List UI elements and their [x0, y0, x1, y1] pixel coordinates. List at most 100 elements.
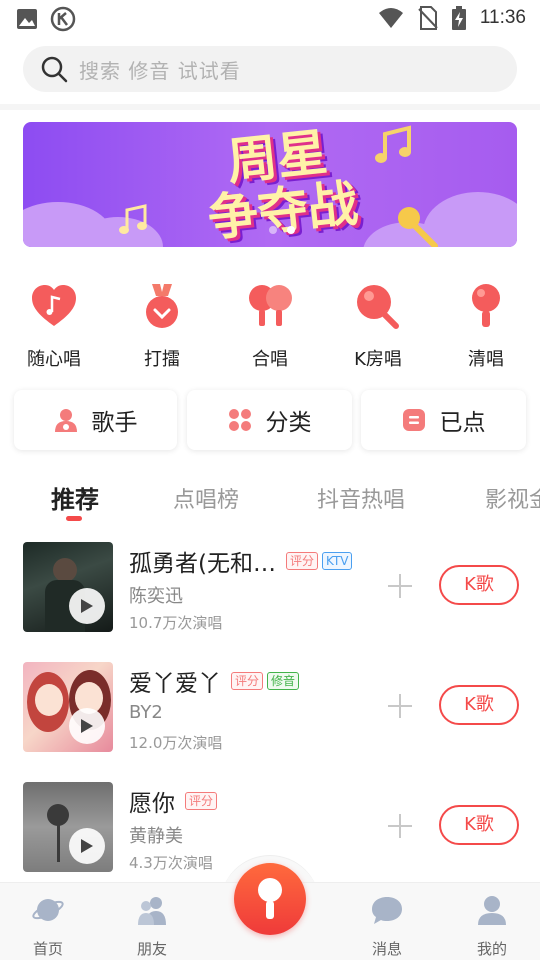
nav-profile[interactable]: 我的	[462, 895, 522, 959]
song-tags: 评分 修音	[231, 672, 300, 690]
song-cover[interactable]	[23, 782, 113, 872]
shortcut-cards: 歌手 分类 已点	[0, 390, 540, 452]
song-title: 愿你	[129, 791, 175, 817]
friends-icon	[138, 897, 166, 925]
play-button[interactable]	[69, 588, 105, 624]
status-bar: 11:36	[0, 0, 540, 36]
nav-home[interactable]: 首页	[18, 895, 78, 959]
song-item[interactable]: 爱丫爱丫 评分 修音 BY2 12.0万次演唱 K歌	[0, 662, 540, 762]
nav-messages[interactable]: 消息	[357, 895, 417, 959]
tab-recommend[interactable]: 推荐	[51, 480, 99, 515]
k-circle-icon	[50, 6, 76, 32]
song-item[interactable]: 孤勇者(无和… 评分 KTV 陈奕迅 10.7万次演唱 K歌	[0, 542, 540, 642]
category-icon	[228, 409, 251, 431]
add-icon[interactable]	[388, 694, 412, 718]
singer-card[interactable]: 歌手	[14, 390, 177, 450]
microphone-decoration-icon	[398, 207, 438, 247]
pagination-dot	[269, 226, 277, 234]
cover-figure	[53, 558, 77, 582]
play-icon	[81, 599, 93, 613]
song-title: 孤勇者(无和…	[129, 551, 276, 577]
selected-list-icon	[402, 409, 425, 431]
song-plays: 10.7万次演唱	[129, 614, 223, 632]
tag-rating: 评分	[231, 672, 264, 690]
medal-icon	[146, 284, 178, 328]
selected-songs-card[interactable]: 已点	[361, 390, 526, 450]
search-bar[interactable]: 搜索 修音 试试看	[23, 46, 517, 92]
play-button[interactable]	[69, 708, 105, 744]
profile-icon	[478, 896, 506, 925]
card-label: 歌手	[91, 410, 138, 436]
search-placeholder: 搜索 修音 试试看	[79, 58, 241, 83]
status-right: 11:36	[378, 6, 526, 30]
nav-label: 首页	[32, 940, 63, 958]
song-cover[interactable]	[23, 662, 113, 752]
quick-item-label: 清唱	[468, 349, 504, 370]
music-note-icon	[375, 125, 411, 163]
nav-label: 消息	[371, 940, 402, 958]
song-artist: BY2	[129, 702, 163, 723]
category-card[interactable]: 分类	[187, 390, 352, 450]
quick-item-label: 打擂	[144, 349, 180, 370]
card-label: 已点	[439, 410, 486, 436]
status-left	[16, 6, 76, 32]
k-room-mic-icon	[357, 285, 399, 329]
quick-item-label: 合唱	[252, 349, 288, 370]
tag-ktv: KTV	[322, 552, 353, 570]
cover-face	[35, 684, 63, 716]
song-cover[interactable]	[23, 542, 113, 632]
quick-menu: 随心唱 打擂 合唱 K房唱 清唱	[0, 282, 540, 372]
song-artist: 黄静美	[129, 826, 183, 847]
heart-music-icon	[32, 285, 76, 326]
tab-indicator	[66, 516, 82, 521]
nav-friends[interactable]: 朋友	[122, 895, 182, 959]
sing-mic-button[interactable]	[234, 863, 306, 935]
banner-pagination	[269, 226, 295, 234]
song-title-row: 爱丫爱丫 评分 修音	[129, 664, 300, 698]
song-tabs: 推荐 点唱榜 抖音热唱 影视金	[0, 478, 540, 526]
quick-item-label: 随心唱	[27, 349, 81, 370]
tab-film-tv[interactable]: 影视金	[485, 482, 540, 514]
cover-figure	[57, 822, 60, 862]
song-plays: 12.0万次演唱	[129, 734, 223, 752]
promo-banner[interactable]: 周星 争夺战	[23, 122, 517, 247]
tag-tune: 修音	[267, 672, 300, 690]
song-title: 爱丫爱丫	[129, 671, 221, 697]
music-note-icon	[119, 204, 147, 234]
k-sing-button[interactable]: K歌	[439, 685, 519, 725]
add-icon[interactable]	[388, 574, 412, 598]
tab-chart[interactable]: 点唱榜	[173, 482, 239, 514]
song-title-row: 愿你 评分	[129, 784, 218, 818]
message-icon	[372, 897, 402, 924]
quick-item-random-sing[interactable]: 随心唱	[9, 282, 99, 371]
song-plays: 4.3万次演唱	[129, 854, 213, 872]
quick-item-acapella[interactable]: 清唱	[441, 282, 531, 371]
song-title-row: 孤勇者(无和… 评分 KTV	[129, 544, 353, 578]
k-sing-button[interactable]: K歌	[439, 565, 519, 605]
song-tags: 评分 KTV	[285, 552, 353, 570]
quick-item-challenge[interactable]: 打擂	[117, 282, 207, 371]
search-icon	[41, 56, 68, 83]
card-label: 分类	[265, 410, 312, 436]
battery-charging-icon	[451, 6, 466, 30]
nav-label: 朋友	[136, 940, 167, 958]
image-icon	[17, 9, 37, 29]
tag-rating: 评分	[185, 792, 218, 810]
quick-item-k-room[interactable]: K房唱	[333, 282, 423, 371]
quick-item-duet[interactable]: 合唱	[225, 282, 315, 371]
play-icon	[81, 719, 93, 733]
quick-item-label: K房唱	[354, 349, 402, 370]
divider	[0, 104, 540, 110]
mic-icon	[258, 878, 282, 919]
pagination-dot-active	[287, 226, 295, 234]
k-sing-button[interactable]: K歌	[439, 805, 519, 845]
planet-icon	[32, 899, 64, 921]
tag-rating: 评分	[285, 552, 318, 570]
play-icon	[81, 839, 93, 853]
wifi-icon	[378, 8, 403, 28]
singer-icon	[54, 409, 77, 432]
tab-douyin-hot[interactable]: 抖音热唱	[317, 482, 405, 514]
play-button[interactable]	[69, 828, 105, 864]
no-sim-icon	[418, 6, 438, 30]
add-icon[interactable]	[388, 814, 412, 838]
